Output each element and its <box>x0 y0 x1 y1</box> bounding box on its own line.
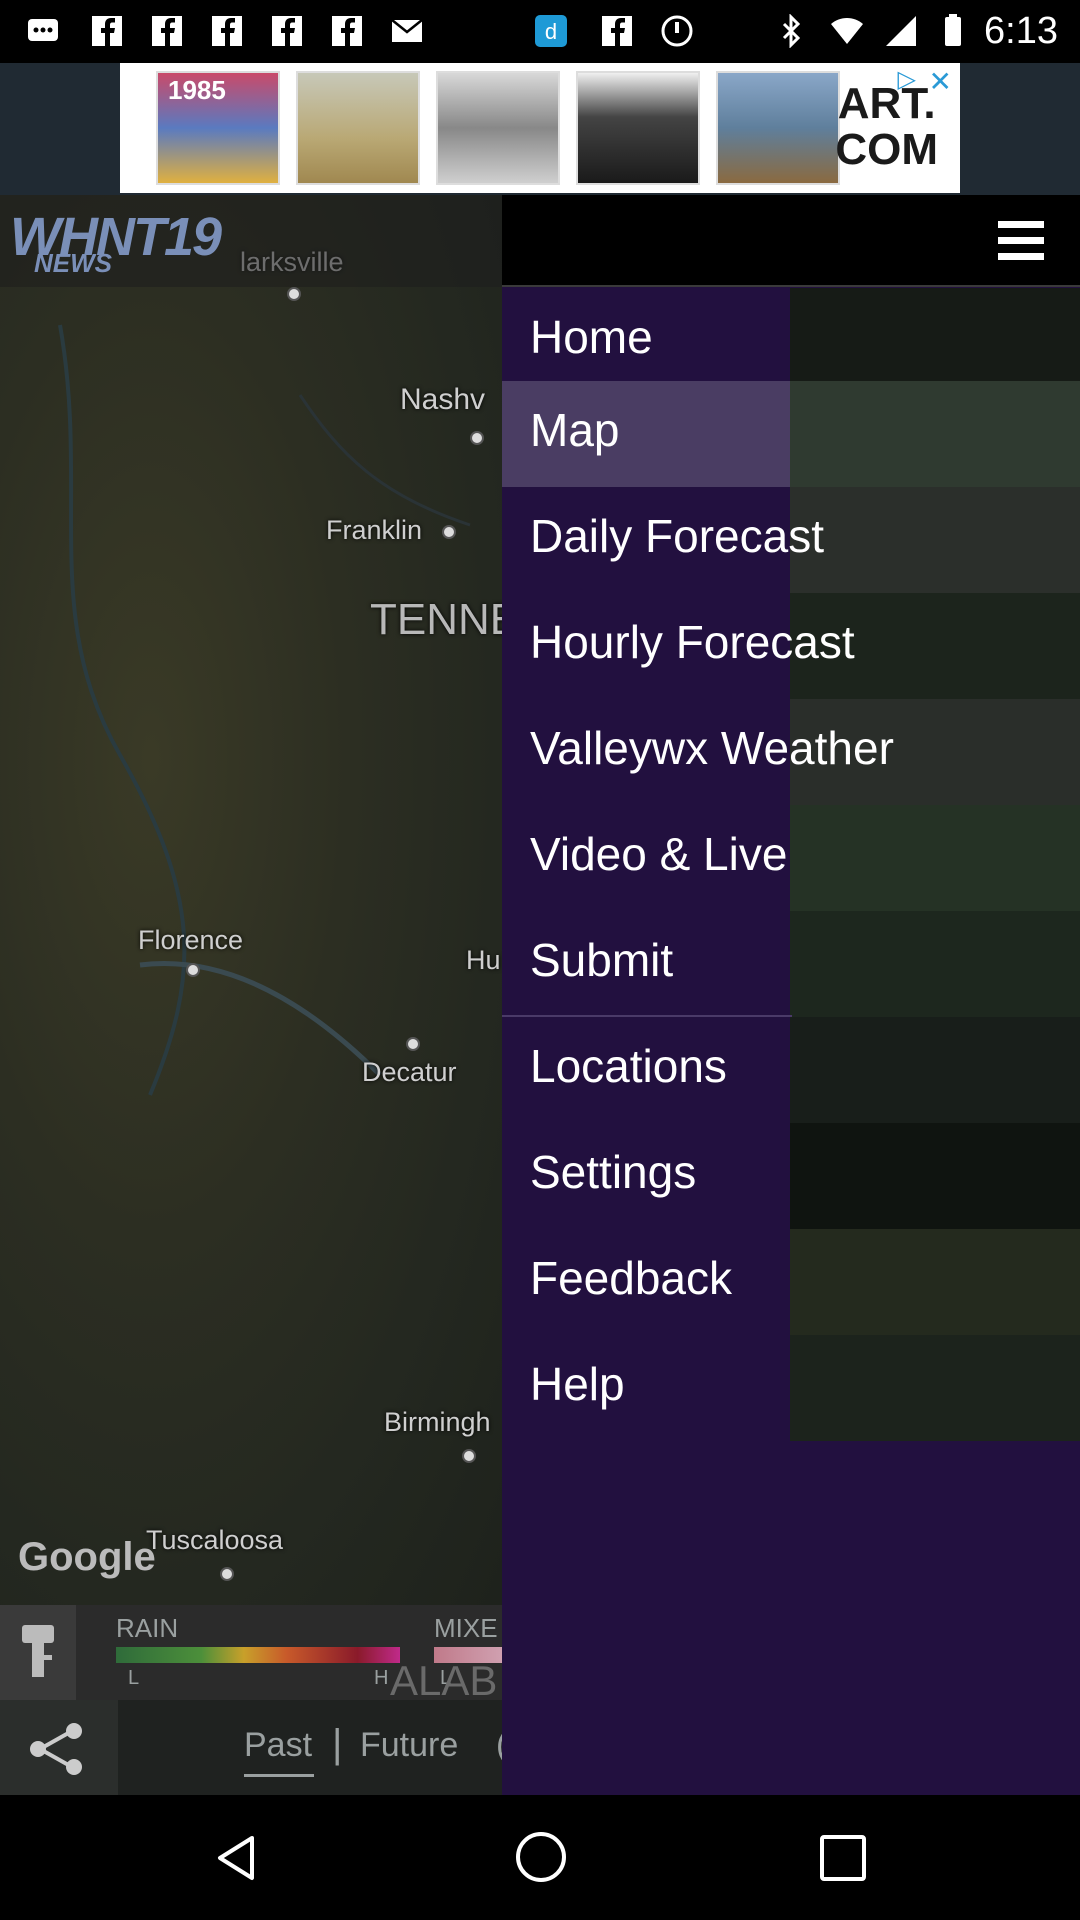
menu-item-label: Help <box>530 1358 625 1410</box>
facebook-icon <box>332 16 362 46</box>
menu-item-video-live[interactable]: Video & Live <box>502 805 1080 911</box>
alarm-icon <box>661 15 693 47</box>
ad-image-comic[interactable]: 1985 <box>156 71 280 185</box>
menu-item-map-peek <box>790 487 1080 593</box>
timeline-divider: | <box>332 1722 343 1766</box>
mail-icon <box>391 19 423 42</box>
menu-header <box>502 195 1080 287</box>
bluetooth-icon <box>782 14 801 48</box>
facebook-icon <box>152 16 182 46</box>
menu-item-map-peek <box>790 1335 1080 1441</box>
map-label-florence: Florence <box>138 925 244 955</box>
legend-rain: RAIN <box>116 1613 179 1643</box>
map-label-decatur: Decatur <box>362 1057 457 1087</box>
menu-item-label: Locations <box>530 1040 727 1092</box>
facebook-icon <box>602 16 632 46</box>
menu-item-daily-forecast[interactable]: Daily Forecast <box>502 487 1080 593</box>
map-label-tuscaloosa: Tuscaloosa <box>146 1525 284 1555</box>
menu-item-label: Feedback <box>530 1252 733 1304</box>
back-icon[interactable] <box>212 1833 262 1883</box>
app-logo: WHNT19 NEWS <box>4 200 264 282</box>
timeline-past-underline <box>244 1774 314 1777</box>
map-dot-tuscaloosa <box>220 1567 234 1581</box>
key-icon <box>22 1625 54 1677</box>
map-label-birmingham: Birmingh <box>384 1407 491 1437</box>
facebook-icon <box>92 16 122 46</box>
signal-icon <box>886 16 916 46</box>
timeline-future[interactable]: Future <box>360 1726 458 1765</box>
ad-logo: ART. COM <box>835 81 938 173</box>
menu-item-submit[interactable]: Submit <box>502 911 1080 1017</box>
menu-item-valleywx[interactable]: Valleywx Weather <box>502 699 1080 805</box>
menu-item-label: Hourly Forecast <box>530 616 855 668</box>
ad-image-field[interactable] <box>296 71 420 185</box>
ad-logo-line2: COM <box>835 125 938 174</box>
map-label-franklin: Franklin <box>326 515 423 545</box>
menu-item-label: Submit <box>530 934 674 986</box>
svg-text:d: d <box>545 19 557 44</box>
map-label-nashville: Nashv <box>400 383 486 416</box>
menu-item-label: Daily Forecast <box>530 510 824 562</box>
menu-item-map[interactable]: Map <box>502 381 1080 487</box>
map-dot-clarksville <box>287 287 301 301</box>
chat-icon <box>28 19 58 41</box>
menu-item-map-peek <box>790 288 1080 381</box>
recents-icon[interactable] <box>818 1833 868 1883</box>
menu-item-label: Settings <box>530 1146 697 1198</box>
map-label-alabama: ALAB <box>390 1657 498 1704</box>
menu-item-locations[interactable]: Locations <box>502 1017 1080 1123</box>
menu-item-map-peek <box>790 1229 1080 1335</box>
status-time: 6:13 <box>984 10 1058 52</box>
menu-item-label: Map <box>530 404 620 456</box>
ad-image-ship[interactable] <box>716 71 840 185</box>
menu-item-label: Video & Live <box>530 828 788 880</box>
map-label-huntsville: Hu <box>466 945 501 975</box>
menu-item-home[interactable]: Home <box>502 288 1080 381</box>
ad-logo-line1: ART. <box>837 79 936 128</box>
status-bar: d 6:13 <box>0 0 1080 63</box>
menu-item-hourly-forecast[interactable]: Hourly Forecast <box>502 593 1080 699</box>
map-label-tennessee: TENNE <box>370 595 502 644</box>
menu-item-map-peek <box>790 911 1080 1017</box>
menu-item-label: Home <box>530 311 653 363</box>
wifi-icon <box>831 18 863 44</box>
ad-banner[interactable]: 1985 ▷ ✕ ART. COM <box>120 63 960 193</box>
ad-image-portrait[interactable] <box>436 71 560 185</box>
facebook-icon <box>272 16 302 46</box>
facebook-icon <box>212 16 242 46</box>
ad-image-marilyn[interactable] <box>576 71 700 185</box>
map-view[interactable]: larksville Nashv Franklin TENNE Florence… <box>0 195 502 1605</box>
menu-item-map-peek <box>790 381 1080 487</box>
map-dot-nashville <box>470 431 484 445</box>
map-dot-franklin <box>442 525 456 539</box>
legend-rain-high: H <box>374 1667 389 1689</box>
menu-item-settings[interactable]: Settings <box>502 1123 1080 1229</box>
home-icon[interactable] <box>514 1830 568 1884</box>
hamburger-menu-icon[interactable] <box>998 221 1044 261</box>
menu-item-label: Valleywx Weather <box>530 722 894 774</box>
menu-item-map-peek <box>790 1017 1080 1123</box>
timeline-past[interactable]: Past <box>244 1726 312 1765</box>
google-attribution: Google <box>18 1535 156 1579</box>
share-icon <box>30 1723 82 1775</box>
map-dot-decatur <box>406 1037 420 1051</box>
ad-comic-title: 1985 <box>168 75 226 105</box>
logo-sub: NEWS <box>34 248 112 278</box>
battery-icon <box>945 14 961 46</box>
legend-mixed: MIXE <box>434 1613 498 1643</box>
system-nav-bar <box>0 1795 1080 1920</box>
menu-item-feedback[interactable]: Feedback <box>502 1229 1080 1335</box>
key-button[interactable] <box>0 1605 76 1700</box>
menu-item-map-peek <box>790 1123 1080 1229</box>
map-dot-birmingham <box>462 1449 476 1463</box>
map-dot-florence <box>186 963 200 977</box>
legend-rain-scale <box>116 1647 400 1663</box>
menu-item-map-peek <box>790 805 1080 911</box>
menu-item-help[interactable]: Help <box>502 1335 1080 1441</box>
dictionary-icon: d <box>535 15 567 47</box>
share-button[interactable] <box>0 1700 118 1795</box>
legend-rain-low: L <box>128 1667 140 1689</box>
